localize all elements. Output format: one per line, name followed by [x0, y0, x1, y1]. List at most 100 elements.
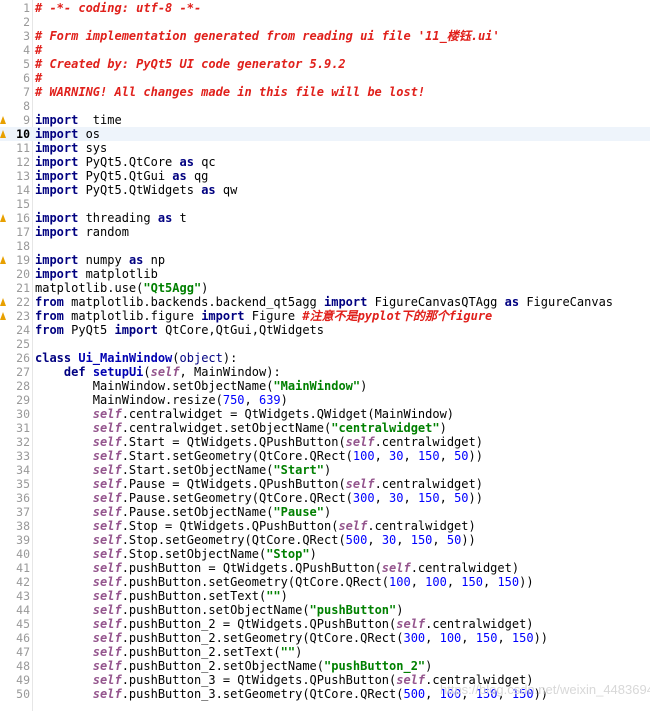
- code-line[interactable]: 47 self.pushButton_2.setText(""): [0, 645, 650, 659]
- code-line[interactable]: 28 MainWindow.setObjectName("MainWindow"…: [0, 379, 650, 393]
- code-line[interactable]: 33 self.Start.setGeometry(QtCore.QRect(1…: [0, 449, 650, 463]
- code-line[interactable]: 17 import random: [0, 225, 650, 239]
- code-line[interactable]: 10 import os: [0, 127, 650, 141]
- code-line[interactable]: 30 self.centralwidget = QtWidgets.QWidge…: [0, 407, 650, 421]
- code-line[interactable]: 3 # Form implementation generated from re…: [0, 29, 650, 43]
- code-line[interactable]: 15: [0, 197, 650, 211]
- code-token: def: [63, 365, 86, 379]
- code-line[interactable]: 43 self.pushButton.setText(""): [0, 589, 650, 603]
- watermark: https://blog.csdn.net/weixin_44836940: [440, 682, 650, 697]
- code-line[interactable]: 11 import sys: [0, 141, 650, 155]
- code-token: from: [35, 295, 64, 309]
- code-text: import random: [35, 225, 129, 239]
- code-line[interactable]: 45 self.pushButton_2 = QtWidgets.QPushBu…: [0, 617, 650, 631]
- line-number: 7: [23, 85, 30, 99]
- code-line[interactable]: 35 self.Pause = QtWidgets.QPushButton(se…: [0, 477, 650, 491]
- line-number: 3: [23, 29, 30, 43]
- code-token: numpy: [78, 253, 129, 267]
- line-number: 1: [23, 1, 30, 15]
- code-line[interactable]: 32 self.Start = QtWidgets.QPushButton(se…: [0, 435, 650, 449]
- code-token: ): [280, 589, 288, 603]
- code-line[interactable]: 2: [0, 15, 650, 29]
- code-token: time: [78, 113, 122, 127]
- code-token: import: [35, 113, 79, 127]
- code-line[interactable]: 16 import threading as t: [0, 211, 650, 225]
- code-line[interactable]: 1 # -*- coding: utf-8 -*-: [0, 1, 650, 15]
- code-line[interactable]: 44 self.pushButton.setObjectName("pushBu…: [0, 603, 650, 617]
- code-line[interactable]: 7 # WARNING! All changes made in this fil…: [0, 85, 650, 99]
- code-token: qg: [186, 169, 209, 183]
- code-line[interactable]: 31 self.centralwidget.setObjectName("cen…: [0, 421, 650, 435]
- code-line[interactable]: 26 class Ui_MainWindow(object):: [0, 351, 650, 365]
- code-token: ): [360, 379, 368, 393]
- code-token: qw: [215, 183, 238, 197]
- line-number: 4: [23, 43, 30, 57]
- code-line[interactable]: 48 self.pushButton_2.setObjectName("push…: [0, 659, 650, 673]
- code-line[interactable]: 6 #: [0, 71, 650, 85]
- code-line[interactable]: 20 import matplotlib: [0, 267, 650, 281]
- code-line[interactable]: 29 MainWindow.resize(750, 639): [0, 393, 650, 407]
- code-line[interactable]: 4 #: [0, 43, 650, 57]
- code-line[interactable]: 38 self.Stop = QtWidgets.QPushButton(sel…: [0, 519, 650, 533]
- code-line[interactable]: 13 import PyQt5.QtGui as qg: [0, 169, 650, 183]
- code-line[interactable]: 14 import PyQt5.QtWidgets as qw: [0, 183, 650, 197]
- code-token: .pushButton.setGeometry(QtCore.QRect(: [121, 575, 390, 589]
- code-line[interactable]: 19 import numpy as np: [0, 253, 650, 267]
- code-token: as: [157, 211, 173, 225]
- code-token: ,: [432, 533, 447, 547]
- code-line[interactable]: 8: [0, 99, 650, 113]
- line-number: 18: [16, 239, 30, 253]
- code-token: os: [78, 127, 101, 141]
- code-line[interactable]: 37 self.Pause.setObjectName("Pause"): [0, 505, 650, 519]
- code-token: .centralwidget): [374, 477, 483, 491]
- code-text: self.Start.setObjectName("Start"): [35, 463, 331, 477]
- code-editor[interactable]: 1 # -*- coding: utf-8 -*- 2 3 # Form impleme…: [0, 0, 650, 711]
- code-line[interactable]: 23 from matplotlib.figure import Figure #…: [0, 309, 650, 323]
- code-line[interactable]: 22 from matplotlib.backends.backend_qt5ag…: [0, 295, 650, 309]
- code-line[interactable]: 25: [0, 337, 650, 351]
- code-token: )): [468, 491, 483, 505]
- code-token: (: [172, 351, 180, 365]
- code-text: import PyQt5.QtWidgets as qw: [35, 183, 237, 197]
- code-line[interactable]: 41 self.pushButton = QtWidgets.QPushButt…: [0, 561, 650, 575]
- code-line[interactable]: 12 import PyQt5.QtCore as qc: [0, 155, 650, 169]
- code-token: 150: [497, 575, 520, 589]
- code-token: self: [396, 617, 426, 631]
- line-number: 26: [16, 351, 30, 365]
- code-text: self.Pause.setObjectName("Pause"): [35, 505, 331, 519]
- code-text: import PyQt5.QtCore as qc: [35, 155, 216, 169]
- code-token: ,: [439, 491, 455, 505]
- code-token: self: [92, 617, 122, 631]
- code-line[interactable]: 34 self.Start.setObjectName("Start"): [0, 463, 650, 477]
- code-text: self.Pause = QtWidgets.QPushButton(self.…: [35, 477, 483, 491]
- code-token: import: [35, 127, 79, 141]
- code-line[interactable]: 21 matplotlib.use("Qt5Agg"): [0, 281, 650, 295]
- code-token: self: [92, 561, 122, 575]
- code-line[interactable]: 24 from PyQt5 import QtCore,QtGui,QtWidge…: [0, 323, 650, 337]
- code-token: ): [201, 281, 209, 295]
- code-line[interactable]: 42 self.pushButton.setGeometry(QtCore.QR…: [0, 575, 650, 589]
- code-token: self: [92, 645, 122, 659]
- code-line[interactable]: 40 self.Stop.setObjectName("Stop"): [0, 547, 650, 561]
- code-line[interactable]: 27 def setupUi(self, MainWindow):: [0, 365, 650, 379]
- code-line[interactable]: 9 import time: [0, 113, 650, 127]
- code-line[interactable]: 36 self.Pause.setGeometry(QtCore.QRect(3…: [0, 491, 650, 505]
- code-token: self: [345, 477, 375, 491]
- code-line[interactable]: 18: [0, 239, 650, 253]
- code-token: .Pause.setGeometry(QtCore.QRect(: [121, 491, 353, 505]
- code-area[interactable]: 1 # -*- coding: utf-8 -*- 2 3 # Form impleme…: [0, 1, 650, 701]
- code-token: ): [324, 505, 332, 519]
- code-token: # Created by: PyQt5 UI code generator 5.…: [35, 57, 346, 71]
- code-line[interactable]: 39 self.Stop.setGeometry(QtCore.QRect(50…: [0, 533, 650, 547]
- code-token: PyQt5: [63, 323, 115, 337]
- code-line[interactable]: 46 self.pushButton_2.setGeometry(QtCore.…: [0, 631, 650, 645]
- code-token: self: [92, 687, 122, 701]
- code-line[interactable]: 5 # Created by: PyQt5 UI code generator 5…: [0, 57, 650, 71]
- code-token: .pushButton = QtWidgets.QPushButton(: [121, 561, 382, 575]
- line-number: 8: [23, 99, 30, 113]
- code-token: self: [396, 673, 426, 687]
